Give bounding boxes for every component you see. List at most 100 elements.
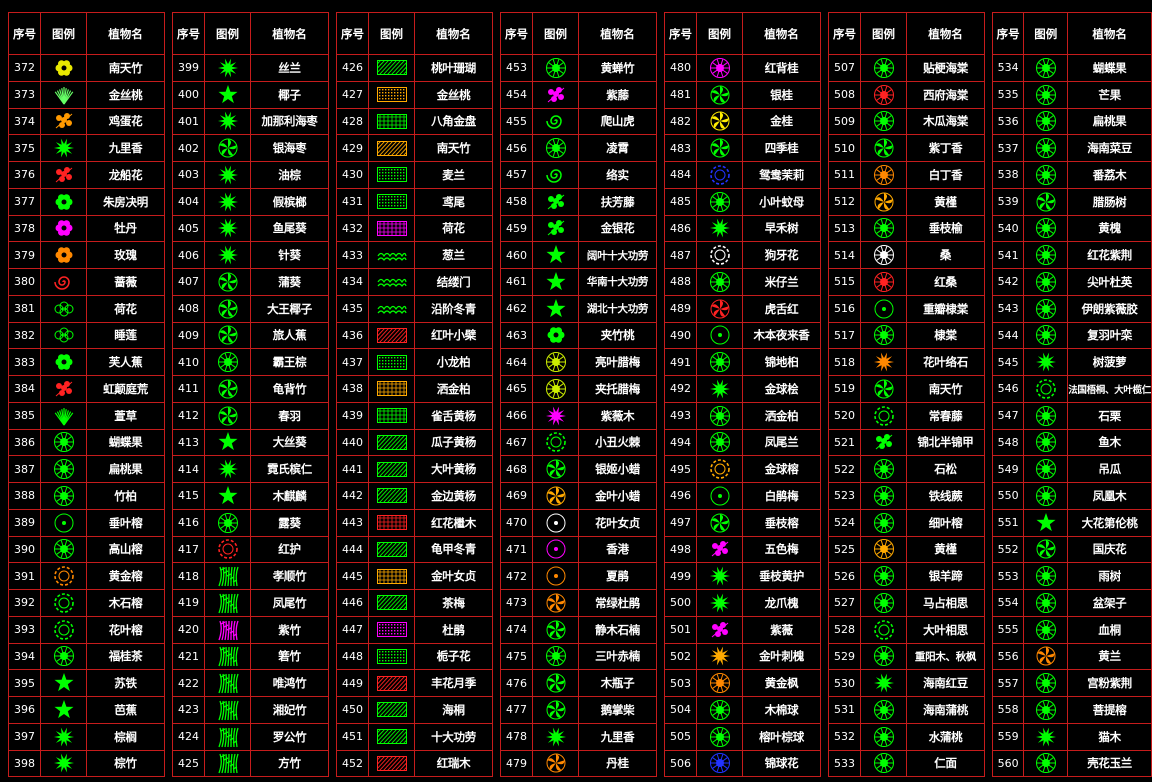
spiky-icon	[709, 593, 730, 613]
circle-radial-icon	[545, 352, 566, 373]
table-row: 452 红瑞木	[336, 749, 493, 778]
legend-symbol	[368, 669, 415, 697]
plant-name: 龙船花	[86, 161, 165, 189]
table-row: 393 花叶榕	[8, 615, 165, 644]
row-number: 410	[172, 348, 205, 376]
row-number: 481	[664, 80, 697, 109]
legend-symbol	[860, 428, 907, 457]
plant-name: 金银花	[578, 214, 657, 243]
pinwheel-icon	[546, 593, 565, 613]
pinwheel-icon	[1036, 192, 1056, 212]
legend-symbol	[204, 428, 251, 457]
plant-name: 凌霄	[578, 134, 657, 162]
plant-name: 黄兰	[1067, 642, 1152, 671]
circle-radial-icon	[709, 699, 730, 720]
legend-symbol	[532, 401, 579, 430]
legend-symbol	[204, 241, 251, 269]
plant-name: 扁桃果	[86, 455, 165, 483]
plant-name: 棣棠	[906, 321, 985, 350]
row-number: 457	[500, 161, 533, 189]
circle-radial-icon	[1035, 84, 1056, 105]
plant-name: 蔷薇	[86, 268, 165, 296]
hatch-diag-icon	[376, 595, 407, 611]
table-row: 505 榕叶棕球	[664, 722, 821, 751]
plant-name: 银姬小蜡	[578, 455, 657, 483]
table-row: 503 黄金枫	[664, 669, 821, 697]
star-icon	[218, 84, 237, 103]
table-row: 375 九里香	[8, 134, 165, 162]
table-row: 384 虹颠庭荒	[8, 375, 165, 403]
table-row: 519 南天竹	[828, 375, 985, 403]
row-number: 421	[172, 642, 205, 671]
row-number: 538	[991, 161, 1025, 189]
table-row: 508 西府海棠	[828, 80, 985, 109]
legend-symbol	[40, 455, 87, 483]
bamboo-icon	[217, 566, 239, 587]
plant-name: 春羽	[250, 401, 329, 430]
legend-symbol	[1023, 401, 1069, 430]
legend-symbol	[368, 749, 415, 778]
pinwheel-icon	[874, 192, 893, 212]
row-number: 442	[336, 482, 369, 510]
plant-legend-table: 序号 图例 植物名 507 贴梗海棠 508 西府海棠 509 木瓜海棠 510 紫丁香 511 白丁香…	[828, 12, 985, 778]
legend-symbol	[204, 642, 251, 671]
circle-radial-icon	[1035, 619, 1056, 640]
plant-name: 南天竹	[906, 375, 985, 403]
circle-radial-icon	[873, 271, 894, 292]
legend-symbol	[40, 722, 87, 751]
table-row: 416 露葵	[172, 508, 329, 537]
circle-dashed-icon	[53, 566, 74, 586]
row-number: 476	[500, 669, 533, 697]
row-number: 452	[336, 749, 369, 778]
legend-symbol	[532, 134, 579, 162]
legend-symbol	[40, 321, 87, 350]
table-row: 434 结缕门	[336, 268, 493, 296]
legend-symbol	[1023, 241, 1069, 269]
legend-symbol	[532, 482, 579, 510]
legend-symbol	[1023, 722, 1069, 751]
plant-name: 金叶刺槐	[742, 642, 821, 671]
hatch-diag-icon	[376, 541, 407, 557]
row-number: 479	[500, 749, 533, 778]
plant-name: 苏铁	[86, 669, 165, 697]
row-number: 447	[336, 615, 369, 644]
row-number: 475	[500, 642, 533, 671]
plant-name: 银羊蹄	[906, 562, 985, 590]
row-number: 529	[828, 642, 861, 671]
row-number: 509	[828, 107, 861, 136]
hatch-grid-icon	[376, 113, 407, 129]
plant-name: 龙爪槐	[742, 589, 821, 617]
legend-symbol	[532, 669, 579, 697]
plant-name: 龟背竹	[250, 375, 329, 403]
circle-radial-icon	[1035, 699, 1056, 720]
table-row: 474 静木石楠	[500, 615, 657, 644]
row-number: 484	[664, 161, 697, 189]
star-icon	[218, 432, 237, 451]
row-number: 372	[8, 54, 41, 82]
legend-symbol	[40, 589, 87, 617]
row-number: 384	[8, 375, 41, 403]
legend-symbol	[204, 615, 251, 644]
header-row: 序号 图例 植物名	[172, 12, 329, 55]
table-row: 522 石松	[828, 455, 985, 483]
table-row: 518 花叶络石	[828, 348, 985, 376]
legend-symbol	[532, 241, 579, 269]
bamboo-icon	[217, 700, 239, 721]
row-number: 550	[991, 482, 1025, 510]
legend-symbol	[860, 482, 907, 510]
legend-symbol	[204, 54, 251, 82]
plant-name: 芒果	[1067, 80, 1152, 109]
legend-symbol	[1023, 535, 1069, 564]
legend-symbol	[696, 562, 743, 590]
row-number: 472	[500, 562, 533, 590]
row-number: 500	[664, 589, 697, 617]
row-number: 397	[8, 722, 41, 751]
table-row: 382 睡莲	[8, 321, 165, 350]
legend-symbol	[40, 696, 87, 724]
row-number: 549	[991, 455, 1025, 483]
legend-symbol	[860, 696, 907, 724]
circle-radial-icon	[1035, 592, 1056, 613]
pinwheel-icon	[546, 700, 565, 720]
legend-symbol	[532, 54, 579, 82]
plant-legend-table: 序号 图例 植物名 426 桃叶珊瑚 427 金丝桃 428 八角金盘 429 南天竹 430 麦兰 43…	[336, 12, 493, 778]
